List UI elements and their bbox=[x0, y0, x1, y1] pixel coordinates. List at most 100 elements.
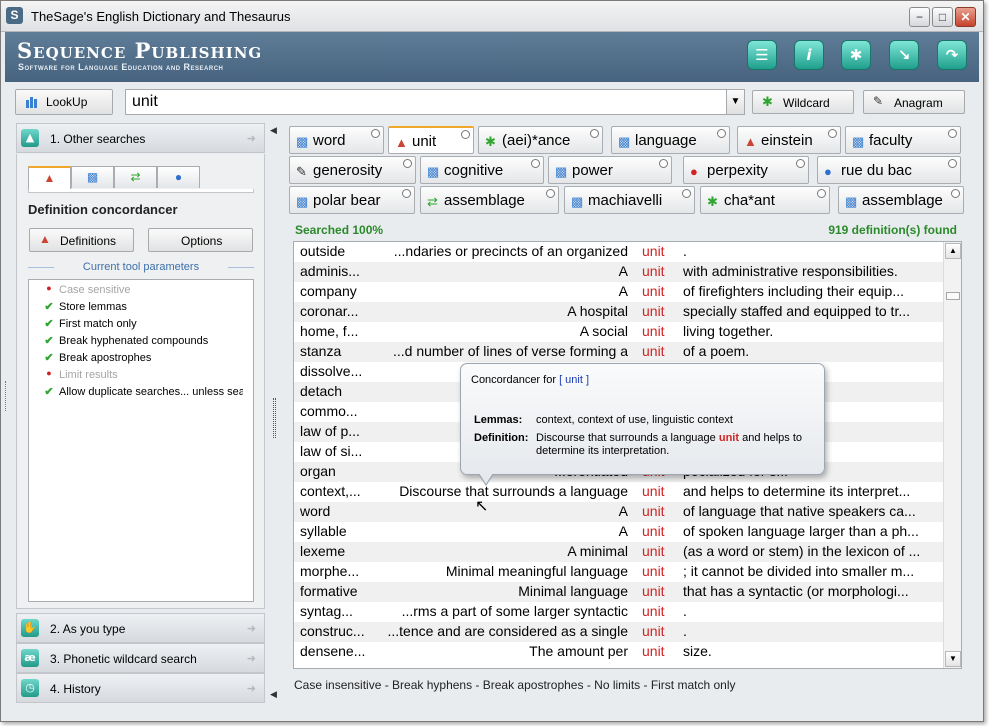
splitter-grip[interactable] bbox=[273, 398, 276, 438]
close-tab-icon[interactable] bbox=[461, 130, 470, 139]
word-tab[interactable]: ▩ faculty bbox=[845, 126, 961, 154]
wildcard-button[interactable]: ✱ Wildcard bbox=[752, 90, 854, 114]
close-tab-icon[interactable] bbox=[948, 159, 957, 168]
walker-icon[interactable]: ✱ bbox=[841, 40, 871, 70]
table-row[interactable]: company Aunit of firefighters including th… bbox=[294, 282, 943, 302]
word-tab[interactable]: ⇄ assemblage bbox=[420, 186, 559, 214]
maximize-button[interactable]: □ bbox=[932, 7, 953, 27]
table-row[interactable]: lexeme A minimal unit (as a word or stem) i… bbox=[294, 542, 943, 562]
options-button[interactable]: Options bbox=[148, 228, 253, 252]
table-row[interactable]: stanza ...d number of lines of verse form… bbox=[294, 342, 943, 362]
vertical-scrollbar[interactable]: ▲ ▼ bbox=[943, 242, 961, 668]
tooltip-tail-inner bbox=[479, 473, 493, 484]
table-row[interactable]: construc... ...tence and are considered a… bbox=[294, 622, 943, 642]
close-tab-icon[interactable] bbox=[590, 129, 599, 138]
table-row[interactable]: coronar... A hospital unit specially staffe… bbox=[294, 302, 943, 322]
close-tab-icon[interactable] bbox=[546, 189, 555, 198]
table-row[interactable]: context,... Discourse that surrounds a la… bbox=[294, 482, 943, 502]
close-tab-icon[interactable] bbox=[371, 129, 380, 138]
keyword-cell: unit bbox=[642, 563, 665, 579]
close-tab-icon[interactable] bbox=[951, 189, 960, 198]
accordion-other-searches[interactable]: ▲ 1. Other searches ➜ bbox=[16, 123, 265, 153]
word-tab[interactable]: ▩ language bbox=[611, 126, 730, 154]
anagram-icon: ✎ bbox=[873, 94, 884, 108]
tab-statistics[interactable]: ▩ bbox=[71, 166, 114, 188]
word-tab[interactable]: ✱ cha*ant bbox=[700, 186, 830, 214]
accordion-history[interactable]: ◷ 4. History ➜ bbox=[16, 673, 265, 703]
word-tab[interactable]: ▩ cognitive bbox=[420, 156, 544, 184]
collapse-left-icon[interactable]: ◀ bbox=[270, 689, 277, 700]
lookup-button[interactable]: LookUp bbox=[15, 89, 113, 115]
search-input[interactable] bbox=[126, 90, 724, 114]
left-grip[interactable] bbox=[5, 381, 9, 411]
word-tab[interactable]: ▩ word bbox=[289, 126, 384, 154]
accordion-text: Other searches bbox=[63, 132, 146, 146]
close-tab-icon[interactable] bbox=[682, 189, 691, 198]
anagram-button[interactable]: ✎ Anagram bbox=[863, 90, 965, 114]
params-list: ● Case sensitive ✔ Store lemmas ✔ First match… bbox=[28, 279, 254, 602]
left-context-cell: ...ndaries or precincts of an organized bbox=[393, 243, 628, 259]
app-logo-icon[interactable]: S bbox=[6, 7, 23, 24]
tab-concordancer[interactable]: ▲ bbox=[28, 166, 71, 189]
table-row[interactable]: word Aunit of language that native speaker… bbox=[294, 502, 943, 522]
search-combobox[interactable]: ▼ bbox=[125, 89, 745, 115]
close-tab-icon[interactable] bbox=[828, 129, 837, 138]
close-tab-icon[interactable] bbox=[796, 159, 805, 168]
arrow-down-right-icon[interactable]: ↘ bbox=[889, 40, 919, 70]
keyword-cell: unit bbox=[642, 283, 665, 299]
table-row[interactable]: densene... The amount per unit size. bbox=[294, 642, 943, 662]
definition-value: Discourse that surrounds a language unit… bbox=[536, 432, 802, 444]
accordion-as-you-type[interactable]: ✋ 2. As you type ➜ bbox=[16, 613, 265, 643]
definition-after: and helps to bbox=[742, 432, 803, 444]
word-tab[interactable]: ▲ einstein bbox=[737, 126, 841, 154]
word-tab[interactable]: ● rue du bac bbox=[817, 156, 961, 184]
table-row[interactable]: outside ...ndaries or precincts of an org… bbox=[294, 242, 943, 262]
close-tab-icon[interactable] bbox=[817, 189, 826, 198]
param-label: Allow duplicate searches... unless sea..… bbox=[59, 386, 243, 398]
info-icon[interactable]: i bbox=[794, 40, 824, 70]
table-row[interactable]: syllable Aunit of spoken language larger t… bbox=[294, 522, 943, 542]
word-tab-label: assemblage bbox=[862, 192, 943, 209]
word-tab[interactable]: ▩ power bbox=[548, 156, 672, 184]
accordion-phonetic[interactable]: æ 3. Phonetic wildcard search ➜ bbox=[16, 643, 265, 673]
title-bar[interactable]: S TheSage's English Dictionary and Thesa… bbox=[1, 1, 983, 32]
table-row[interactable]: formative Minimal language unit that has a … bbox=[294, 582, 943, 602]
tab-exchange[interactable]: ⇄ bbox=[114, 166, 157, 188]
close-button[interactable]: ✕ bbox=[955, 7, 976, 27]
bar-chart-icon: ▩ bbox=[427, 164, 440, 179]
exit-icon[interactable]: ↷ bbox=[937, 40, 967, 70]
close-tab-icon[interactable] bbox=[402, 189, 411, 198]
bar-chart-icon: ▩ bbox=[555, 164, 568, 179]
list-icon[interactable]: ☰ bbox=[747, 40, 777, 70]
scroll-up-icon[interactable]: ▲ bbox=[945, 243, 961, 259]
word-tab[interactable]: ✎ generosity bbox=[289, 156, 416, 184]
table-row[interactable]: home, f... A social unit living together. bbox=[294, 322, 943, 342]
scroll-down-icon[interactable]: ▼ bbox=[945, 651, 961, 667]
tab-web[interactable]: ● bbox=[157, 166, 200, 188]
close-tab-icon[interactable] bbox=[403, 159, 412, 168]
chevron-down-icon[interactable]: ▼ bbox=[726, 90, 744, 114]
word-tab[interactable]: ▩ polar bear bbox=[289, 186, 415, 214]
table-row[interactable]: syntag... ...rms a part of some larger sy… bbox=[294, 602, 943, 622]
close-tab-icon[interactable] bbox=[531, 159, 540, 168]
close-tab-icon[interactable] bbox=[659, 159, 668, 168]
close-tab-icon[interactable] bbox=[717, 129, 726, 138]
word-tab[interactable]: ▩ machiavelli bbox=[564, 186, 695, 214]
check-icon: ✔ bbox=[44, 301, 54, 313]
splitter[interactable]: ◀ ◀ bbox=[269, 123, 281, 703]
close-tab-icon[interactable] bbox=[948, 129, 957, 138]
minimize-button[interactable]: − bbox=[909, 7, 930, 27]
keyword-cell: unit bbox=[642, 263, 665, 279]
word-tab[interactable]: ✱ (aei)*ance bbox=[478, 126, 603, 154]
table-row[interactable]: morphe... Minimal meaningful language unit… bbox=[294, 562, 943, 582]
table-row[interactable]: adminis... Aunit with administrative respo… bbox=[294, 262, 943, 282]
word-tab[interactable]: ▲ unit bbox=[388, 126, 474, 154]
collapse-left-icon[interactable]: ◀ bbox=[270, 125, 277, 136]
keyword-cell: unit bbox=[642, 243, 665, 259]
word-tab[interactable]: ▩ assemblage bbox=[838, 186, 964, 214]
definitions-button[interactable]: ▲ Definitions bbox=[29, 228, 134, 252]
right-context-cell: of firefighters including their equip... bbox=[683, 283, 905, 299]
word-tab[interactable]: ● perpexity bbox=[683, 156, 809, 184]
scroll-thumb[interactable] bbox=[946, 292, 960, 300]
param-label: Limit results bbox=[59, 369, 118, 381]
